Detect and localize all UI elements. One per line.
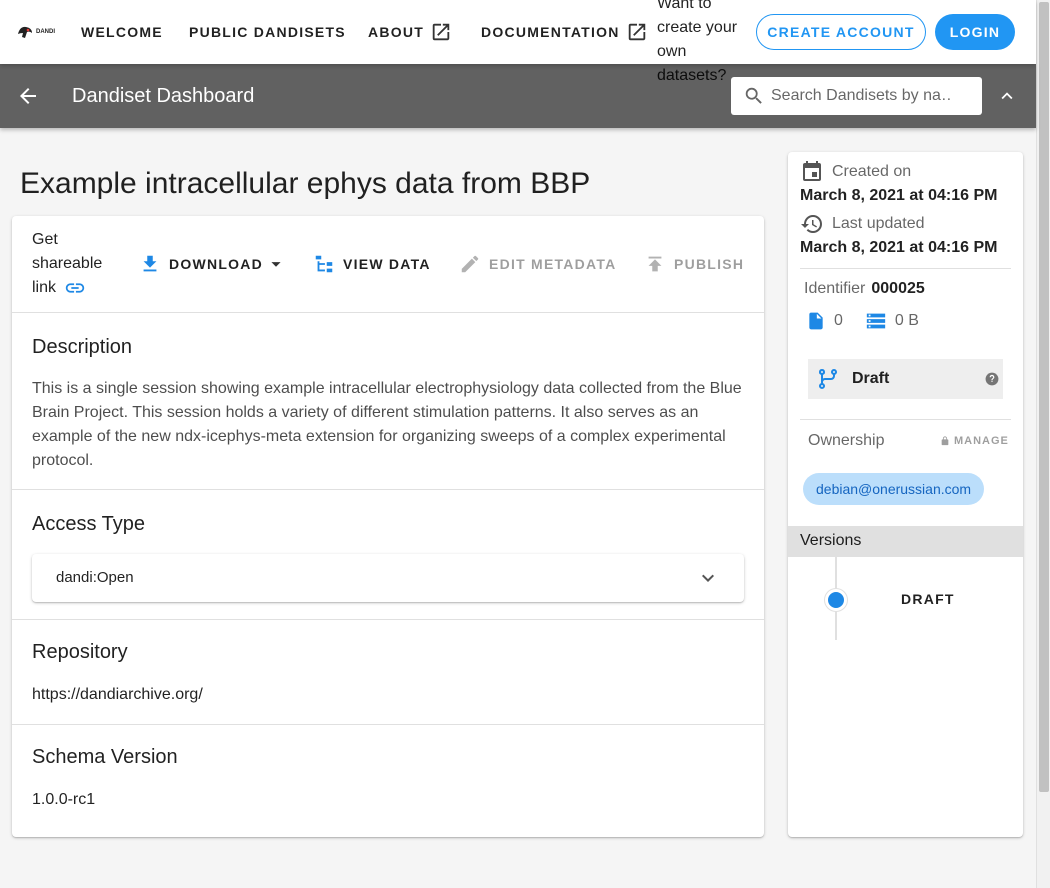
- pencil-icon: [461, 255, 479, 273]
- schema-version-heading: Schema Version: [32, 746, 178, 768]
- storage-icon: [866, 313, 886, 329]
- dandiset-title: Example intracellular ephys data from BB…: [20, 167, 591, 200]
- branch-icon: [818, 369, 837, 389]
- download-button[interactable]: DOWNLOAD: [139, 252, 287, 276]
- scrollbar[interactable]: [1036, 0, 1050, 888]
- repository-heading: Repository: [32, 641, 128, 663]
- chevron-up-icon[interactable]: [996, 85, 1018, 107]
- file-count: 0: [834, 312, 843, 329]
- search-box[interactable]: [731, 77, 982, 115]
- updated-label: Last updated: [832, 215, 925, 232]
- logo-text: DANDI: [36, 29, 55, 35]
- chevron-down-icon: [702, 574, 714, 582]
- top-navbar: DANDI WELCOME PUBLIC DANDISETS ABOUT DOC…: [0, 0, 1036, 84]
- shareable-link-button[interactable]: Get shareable link: [32, 228, 112, 300]
- access-type-value: dandi:Open: [56, 569, 134, 586]
- file-icon: [809, 312, 823, 330]
- manage-owners-button[interactable]: MANAGE: [940, 435, 1009, 447]
- help-icon[interactable]: [985, 372, 999, 386]
- link-icon: [66, 283, 85, 293]
- create-datasets-prompt: Want to create your own datasets?: [657, 0, 738, 84]
- divider: [800, 268, 1011, 269]
- history-icon: [801, 215, 822, 233]
- dandiset-toolbar: Get shareable link DOWNLOAD VIEW DATA ED…: [12, 216, 764, 313]
- nav-public-dandisets-label: PUBLIC DANDISETS: [189, 24, 346, 40]
- access-type-heading: Access Type: [32, 513, 146, 535]
- stats-row: 0 0 B: [806, 310, 919, 332]
- description-heading: Description: [32, 336, 133, 358]
- identifier-value: 000025: [871, 280, 925, 297]
- owner-chip[interactable]: debian@onerussian.com: [803, 473, 985, 505]
- nav-documentation[interactable]: DOCUMENTATION: [481, 0, 648, 64]
- lock-icon: [941, 436, 949, 446]
- manage-label: MANAGE: [954, 435, 1009, 447]
- access-type-section: Access Type dandi:Open: [12, 490, 764, 620]
- dropdown-arrow-icon: [271, 262, 281, 267]
- dandi-logo-icon: [18, 26, 32, 38]
- schema-version-section: Schema Version 1.0.0-rc1: [12, 725, 764, 837]
- view-data-button[interactable]: VIEW DATA: [313, 252, 431, 276]
- open-in-new-icon: [432, 23, 450, 41]
- search-icon: [745, 87, 762, 104]
- updated-row: Last updated: [800, 212, 925, 236]
- back-arrow-icon[interactable]: [16, 84, 40, 108]
- nav-welcome-label: WELCOME: [81, 24, 163, 40]
- dandiset-main-card: Get shareable link DOWNLOAD VIEW DATA ED…: [12, 216, 764, 837]
- dandiset-meta-card: Created on March 8, 2021 at 04:16 PM Las…: [788, 152, 1023, 837]
- edit-metadata-label: EDIT METADATA: [489, 256, 617, 272]
- created-row: Created on: [800, 160, 911, 184]
- updated-date: March 8, 2021 at 04:16 PM: [800, 239, 998, 256]
- description-text: This is a single session showing example…: [32, 380, 742, 469]
- publish-button[interactable]: PUBLISH: [644, 252, 744, 276]
- repository-value: https://dandiarchive.org/: [32, 686, 203, 703]
- nav-about[interactable]: ABOUT: [368, 0, 452, 64]
- search-input[interactable]: [771, 87, 951, 105]
- repository-section: Repository https://dandiarchive.org/: [12, 620, 764, 725]
- publish-label: PUBLISH: [674, 256, 745, 272]
- identifier-label: Identifier: [804, 280, 866, 297]
- created-label: Created on: [832, 163, 912, 180]
- nav-documentation-label: DOCUMENTATION: [481, 24, 620, 40]
- login-button[interactable]: LOGIN: [935, 14, 1015, 50]
- scrollbar-thumb[interactable]: [1039, 2, 1049, 792]
- versions-heading: Versions: [788, 526, 1023, 557]
- dandiset-size: 0 B: [894, 312, 919, 329]
- access-type-expander[interactable]: dandi:Open: [32, 554, 744, 602]
- view-data-label: VIEW DATA: [343, 256, 431, 272]
- download-label: DOWNLOAD: [169, 256, 263, 272]
- nav-welcome[interactable]: WELCOME: [81, 0, 163, 64]
- divider: [800, 419, 1011, 420]
- version-dot[interactable]: [825, 589, 847, 611]
- nav-public-dandisets[interactable]: PUBLIC DANDISETS: [189, 0, 346, 64]
- nav-about-label: ABOUT: [368, 24, 425, 40]
- version-status-chip: Draft: [808, 359, 1003, 399]
- publish-icon: [648, 256, 662, 272]
- file-tree-icon: [315, 255, 333, 273]
- page-title: Dandiset Dashboard: [72, 85, 255, 107]
- identifier-row: Identifier 000025: [804, 280, 925, 298]
- schema-version-value: 1.0.0-rc1: [32, 791, 96, 808]
- create-account-button[interactable]: CREATE ACCOUNT: [756, 14, 926, 50]
- created-date: March 8, 2021 at 04:16 PM: [800, 187, 998, 204]
- download-icon: [143, 255, 157, 272]
- description-section: Description This is a single session sho…: [12, 313, 764, 490]
- version-status: Draft: [852, 370, 890, 387]
- edit-metadata-button[interactable]: EDIT METADATA: [459, 252, 616, 276]
- calendar-icon: [803, 161, 821, 181]
- version-draft-item[interactable]: DRAFT: [901, 591, 955, 607]
- open-in-new-icon: [628, 23, 645, 41]
- ownership-label: Ownership: [808, 432, 885, 449]
- dandi-logo[interactable]: DANDI: [16, 22, 58, 42]
- dashboard-appbar: Dandiset Dashboard: [0, 64, 1036, 128]
